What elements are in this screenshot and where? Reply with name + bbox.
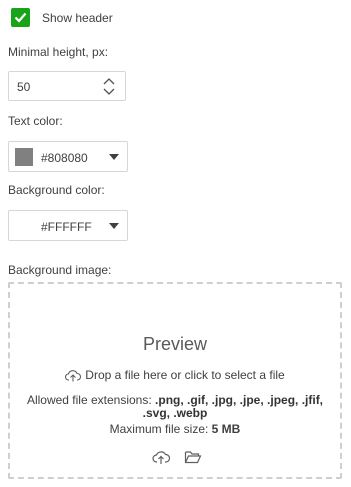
chevron-down-icon[interactable]: [103, 87, 115, 97]
show-header-label[interactable]: Show header: [42, 11, 113, 25]
show-header-checkbox[interactable]: [11, 8, 30, 27]
drop-file-text: Drop a file here or click to select a fi…: [85, 368, 285, 382]
allowed-extensions-list: .png, .gif, .jpg, .jpe, .jpeg, .jfif, .s…: [142, 393, 324, 420]
max-file-size-prefix: Maximum file size:: [109, 422, 209, 436]
cloud-upload-icon: [65, 370, 82, 382]
file-dropzone[interactable]: Preview Drop a file here or click to sel…: [8, 282, 342, 479]
preview-title: Preview: [142, 334, 208, 354]
allowed-extensions: Allowed file extensions: .png, .gif, .jp…: [12, 394, 338, 420]
min-height-value[interactable]: 50: [17, 80, 30, 94]
dropdown-arrow-icon: [109, 223, 119, 229]
chevron-up-icon[interactable]: [103, 76, 115, 86]
min-height-label: Minimal height, px:: [8, 45, 109, 59]
min-height-input[interactable]: 50: [8, 71, 126, 101]
dropdown-arrow-icon: [109, 154, 119, 160]
check-icon: [14, 12, 27, 23]
background-color-select[interactable]: #FFFFFF: [8, 210, 128, 241]
max-file-size: Maximum file size: 5 MB: [10, 422, 340, 436]
background-color-label: Background color:: [8, 183, 105, 197]
cloud-upload-icon[interactable]: [152, 449, 170, 465]
background-image-label: Background image:: [8, 263, 112, 277]
background-color-swatch: [15, 217, 33, 235]
folder-icon[interactable]: [184, 449, 202, 465]
text-color-label: Text color:: [8, 114, 63, 128]
max-file-size-value: 5 MB: [211, 422, 241, 436]
allowed-extensions-prefix: Allowed file extensions:: [26, 393, 152, 407]
text-color-select[interactable]: #808080: [8, 141, 128, 172]
text-color-swatch: [15, 148, 33, 166]
background-color-value: #FFFFFF: [41, 220, 92, 234]
text-color-value: #808080: [41, 151, 88, 165]
drop-file-link[interactable]: Drop a file here or click to select a fi…: [10, 368, 340, 382]
